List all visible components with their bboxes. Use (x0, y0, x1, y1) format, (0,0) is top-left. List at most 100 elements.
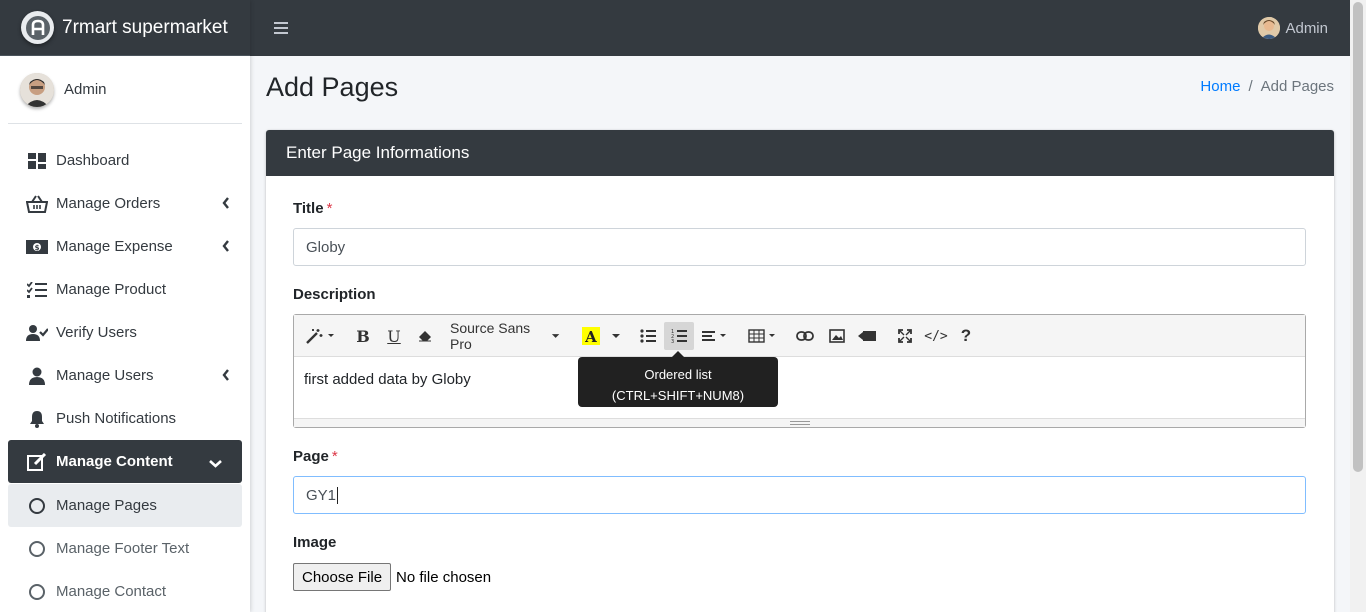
chevron-down-icon (209, 455, 222, 472)
sidebar-item-manage-expense[interactable]: $ Manage Expense (8, 225, 242, 268)
sidebar-item-manage-pages[interactable]: Manage Pages (8, 484, 242, 527)
svg-text:3: 3 (671, 339, 674, 344)
eraser-icon[interactable] (412, 322, 438, 350)
image-icon[interactable] (824, 322, 850, 350)
circle-icon (26, 539, 48, 559)
page-title: Add Pages (266, 72, 399, 102)
page-input-value: GY1 (306, 486, 337, 504)
sidebar-item-label: Manage Product (56, 281, 167, 298)
sidebar-item-push-notifications[interactable]: Push Notifications (8, 397, 242, 440)
page-label-text: Page (293, 448, 329, 465)
sidebar: 7rmart supermarket Admin Dashboard Manag (0, 0, 250, 612)
unordered-list-icon[interactable] (634, 322, 662, 350)
description-label: Description (293, 286, 376, 303)
sidebar-item-label: Manage Orders (56, 195, 161, 212)
sidebar-item-verify-users[interactable]: Verify Users (8, 311, 242, 354)
svg-text:A: A (584, 328, 597, 345)
edit-icon (26, 452, 48, 472)
required-marker: * (331, 448, 338, 465)
editor-resize-handle[interactable] (294, 418, 1305, 427)
font-name-value: Source Sans Pro (450, 320, 531, 352)
bell-icon (26, 409, 48, 429)
header-user-name: Admin (1285, 19, 1328, 37)
dashboard-icon (26, 151, 48, 171)
title-label: Title * (293, 200, 332, 217)
sidebar-item-manage-footer-text[interactable]: Manage Footer Text (8, 527, 242, 570)
page-scrollbar[interactable] (1350, 0, 1366, 612)
sidebar-item-manage-orders[interactable]: Manage Orders (8, 182, 242, 225)
sidebar-item-label: Manage Footer Text (56, 540, 190, 557)
sidebar-item-label: Manage Content (56, 453, 173, 470)
user-panel[interactable]: Admin (8, 56, 242, 124)
circle-icon (26, 582, 48, 602)
card-title: Enter Page Informations (266, 130, 1334, 176)
sidebar-item-manage-users[interactable]: Manage Users (8, 354, 242, 397)
sidebar-item-label: Manage Users (56, 367, 154, 384)
video-icon[interactable] (854, 322, 880, 350)
sidebar-item-label: Manage Contact (56, 583, 167, 600)
sidebar-item-label: Manage Expense (56, 238, 173, 255)
scrollbar-thumb[interactable] (1353, 2, 1363, 472)
top-navbar: Admin (250, 0, 1350, 56)
svg-text:$: $ (35, 244, 40, 252)
file-status: No file chosen (396, 568, 492, 586)
tooltip-title: Ordered list (644, 367, 712, 382)
sidebar-item-label: Verify Users (56, 324, 137, 341)
choose-file-button[interactable]: Choose File (293, 563, 392, 591)
sidebar-item-dashboard[interactable]: Dashboard (8, 139, 242, 182)
sidebar-item-manage-contact[interactable]: Manage Contact (8, 570, 242, 612)
chevron-left-icon (222, 368, 230, 385)
text-color-icon[interactable]: A (578, 322, 604, 350)
editor-content[interactable]: first added data by Globy (294, 357, 1305, 402)
avatar (1258, 17, 1281, 39)
list-check-icon (26, 280, 48, 300)
link-icon[interactable] (792, 322, 818, 350)
text-cursor (337, 486, 339, 504)
image-label: Image (293, 534, 337, 551)
ordered-list-icon[interactable]: 123 (664, 322, 694, 350)
avatar (20, 72, 54, 107)
brand-name: 7rmart supermarket (62, 16, 228, 38)
hamburger-menu-icon[interactable] (274, 19, 288, 37)
description-editor: B U Source Sans Pro A 123 </> ? first ad… (293, 314, 1306, 428)
table-icon[interactable] (746, 322, 778, 350)
page-input[interactable]: GY1 (293, 476, 1306, 514)
underline-icon[interactable]: U (381, 322, 407, 350)
sidebar-item-manage-product[interactable]: Manage Product (8, 268, 242, 311)
paragraph-align-icon[interactable] (700, 322, 730, 350)
brand-link[interactable]: 7rmart supermarket (0, 0, 250, 56)
page-label: Page * (293, 448, 338, 465)
sidebar-nav: Dashboard Manage Orders $ Manage Expense (0, 139, 250, 612)
user-icon (26, 366, 48, 386)
tooltip-shortcut: (CTRL+SHIFT+NUM8) (611, 388, 745, 403)
chevron-left-icon (222, 196, 230, 213)
title-input[interactable]: Globy (293, 228, 1306, 266)
font-name-dropdown[interactable]: Source Sans Pro (450, 320, 560, 352)
title-label-text: Title (293, 200, 324, 217)
breadcrumb-separator: / (1248, 78, 1253, 95)
code-view-icon[interactable]: </> (922, 322, 950, 350)
magic-style-icon[interactable] (304, 322, 336, 350)
image-file-input: Choose File No file chosen (293, 563, 491, 591)
sidebar-item-manage-content[interactable]: Manage Content (8, 440, 242, 483)
color-dropdown-icon[interactable] (606, 322, 626, 350)
money-icon: $ (26, 237, 48, 257)
breadcrumb-home-link[interactable]: Home (1200, 78, 1240, 95)
editor-toolbar: B U Source Sans Pro A 123 </> ? (294, 315, 1305, 357)
fullscreen-icon[interactable] (892, 322, 918, 350)
sidebar-user-name: Admin (64, 81, 107, 98)
sidebar-item-label: Manage Pages (56, 497, 157, 514)
brand-logo-icon (21, 11, 54, 44)
user-check-icon (26, 323, 48, 343)
page-form-card: Enter Page Informations Title * Globy Des… (266, 130, 1334, 612)
required-marker: * (326, 200, 333, 217)
breadcrumb: Home / Add Pages (1200, 78, 1334, 95)
ordered-list-tooltip: Ordered list (CTRL+SHIFT+NUM8) (578, 351, 778, 407)
sidebar-item-label: Dashboard (56, 152, 130, 169)
circle-icon (26, 496, 48, 516)
basket-icon (26, 194, 48, 214)
header-user-menu[interactable]: Admin (1258, 17, 1328, 39)
breadcrumb-current: Add Pages (1260, 78, 1334, 95)
bold-icon[interactable]: B (350, 322, 376, 350)
help-icon[interactable]: ? (954, 322, 978, 350)
